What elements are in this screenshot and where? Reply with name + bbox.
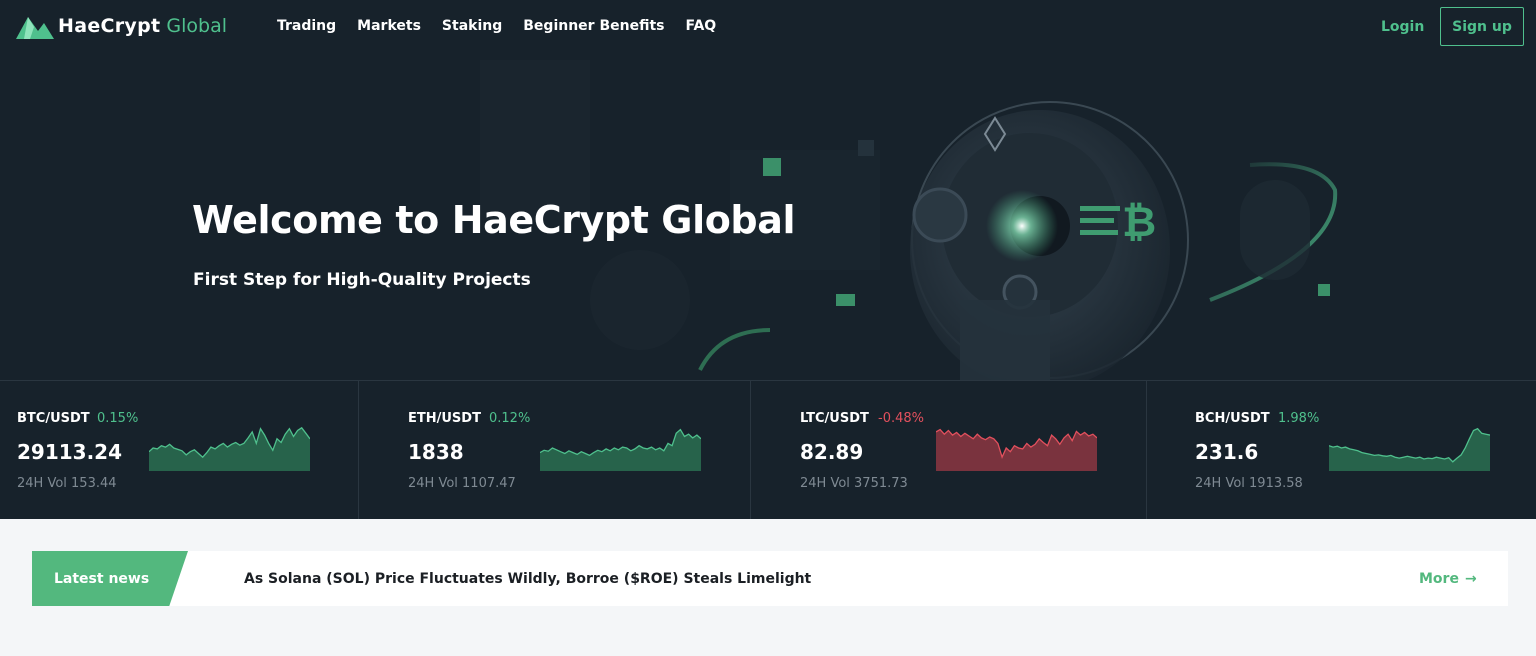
ticker-volume: 24H Vol 1913.58 [1195,476,1303,491]
ticker-change: 1.98% [1278,411,1320,426]
ticker-volume: 24H Vol 1107.47 [408,476,516,491]
ticker-pair: BCH/USDT [1195,411,1270,426]
nav-trading[interactable]: Trading [277,18,336,34]
ticker-price: 29113.24 [17,440,123,464]
ticker-card[interactable]: LTC/USDT -0.48% 82.89 24H Vol 3751.73 [751,381,1147,519]
ticker-pair: BTC/USDT [17,411,90,426]
ticker-price: 82.89 [800,440,864,464]
signup-button[interactable]: Sign up [1440,7,1524,46]
sparkline-chart [936,428,1097,471]
hero-title: Welcome to HaeCrypt Global [192,198,796,242]
brand-accent: Global [166,15,228,37]
news-headline[interactable]: As Solana (SOL) Price Fluctuates Wildly,… [244,571,811,587]
news-more-label: More [1419,571,1459,587]
ticker-pair: LTC/USDT [800,411,869,426]
ticker-pair: ETH/USDT [408,411,481,426]
news-tag-label: Latest news [54,571,150,587]
nav-staking[interactable]: Staking [442,18,502,34]
mountain-logo-icon [16,17,54,39]
ticker-price: 1838 [408,440,464,464]
sparkline-chart [1329,427,1490,471]
ticker-change: -0.48% [878,411,924,426]
arrow-right-icon: → [1464,571,1477,587]
ticker-change: 0.12% [489,411,531,426]
login-link[interactable]: Login [1381,19,1424,35]
news-bar: Latest news As Solana (SOL) Price Fluctu… [32,551,1508,606]
ticker-price: 231.6 [1195,440,1259,464]
sparkline-area [540,429,701,471]
top-section: ₿ HaeCrypt Global Trading Markets Stakin… [0,0,1536,519]
nav-markets[interactable]: Markets [357,18,421,34]
brand-logo[interactable]: HaeCrypt Global [16,12,227,40]
navbar: HaeCrypt Global Trading Markets Staking … [0,0,1536,56]
ticker-card[interactable]: ETH/USDT 0.12% 1838 24H Vol 1107.47 [359,381,751,519]
nav-beginner-benefits[interactable]: Beginner Benefits [523,18,664,34]
brand-name: HaeCrypt [58,15,161,37]
svg-text:₿: ₿ [1122,197,1156,246]
nav-links: Trading Markets Staking Beginner Benefit… [277,18,737,34]
ticker-change: 0.15% [97,411,139,426]
news-more-link[interactable]: More → [1419,571,1477,587]
hero-illustration: ₿ [480,60,1338,380]
hero-subtitle: First Step for High-Quality Projects [193,270,531,290]
ticker-card[interactable]: BCH/USDT 1.98% 231.6 24H Vol 1913.58 [1147,381,1536,519]
ticker-volume: 24H Vol 3751.73 [800,476,908,491]
nav-faq[interactable]: FAQ [685,18,716,34]
ticker-strip: BTC/USDT 0.15% 29113.24 24H Vol 153.44 E… [0,380,1536,519]
ticker-volume: 24H Vol 153.44 [17,476,117,491]
sparkline-chart [540,428,701,471]
ticker-card[interactable]: BTC/USDT 0.15% 29113.24 24H Vol 153.44 [0,381,359,519]
sparkline-chart [149,426,310,471]
news-tag: Latest news [32,551,188,606]
